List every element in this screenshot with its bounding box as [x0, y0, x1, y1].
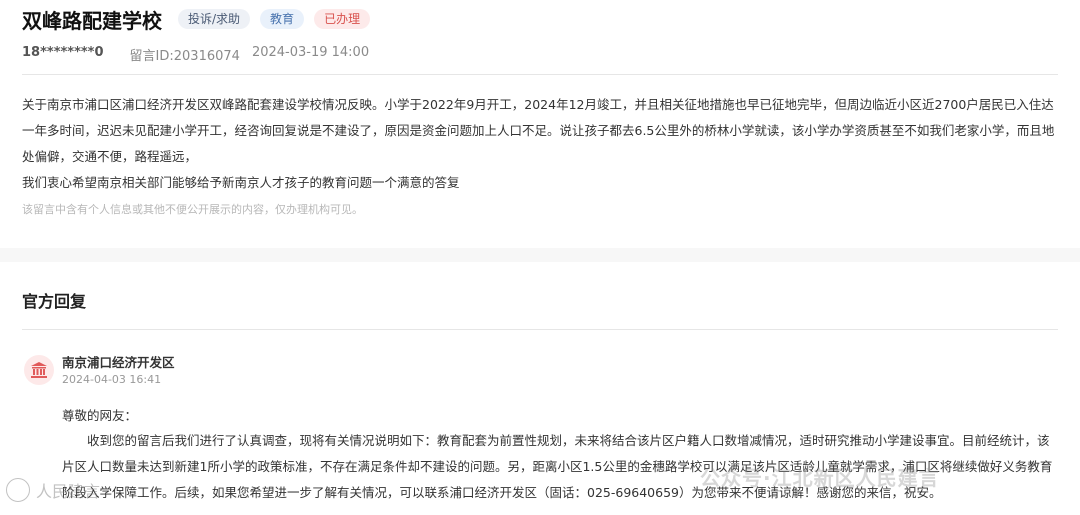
- official-reply-title: 官方回复: [22, 292, 87, 311]
- topic-tag[interactable]: 教育: [260, 9, 305, 29]
- reply-greeting: 尊敬的网友：: [62, 408, 138, 423]
- message-date: 2024-03-19 14:00: [251, 45, 370, 60]
- watermark-icon: [6, 478, 30, 502]
- category-tag[interactable]: 投诉/求助: [178, 9, 251, 29]
- reply-date: 2024-04-03 16:41: [62, 373, 162, 386]
- watermark-text: 公众号·江北新区人民建言: [700, 466, 940, 490]
- watermark-label: 人民建言: [36, 482, 101, 501]
- author-phone: 18********0: [22, 45, 104, 60]
- message-paragraph: 我们衷心希望南京相关部门能够给予新南京人才孩子的教育问题一个满意的答复: [22, 175, 460, 190]
- government-building-icon: [24, 355, 54, 385]
- section-separator: [0, 248, 1080, 262]
- reply-org-name: 南京浦口经济开发区: [62, 355, 175, 370]
- divider: [22, 74, 1058, 75]
- message-meta: 18********0 留言ID:20316074 2024-03-19 14:…: [22, 45, 369, 64]
- page-title: 双峰路配建学校: [22, 8, 162, 33]
- message-content: 关于南京市浦口区浦口经济开发区双峰路配套建设学校情况反映。小学于2022年9月开…: [22, 92, 1058, 196]
- meta-id-date: 留言ID:20316074 2024-03-19 14:00: [130, 45, 370, 64]
- divider: [22, 329, 1058, 330]
- message-id: 留言ID:20316074: [129, 49, 240, 64]
- message-paragraph: 关于南京市浦口区浦口经济开发区双峰路配套建设学校情况反映。小学于2022年9月开…: [22, 97, 1055, 164]
- status-badge: 已办理: [314, 9, 371, 29]
- privacy-notice: 该留言中含有个人信息或其他不便公开展示的内容，仅办理机构可见。: [22, 203, 363, 216]
- page-header: 双峰路配建学校 投诉/求助 教育 已办理: [22, 4, 371, 34]
- watermark-logo: 人民建言: [6, 478, 100, 502]
